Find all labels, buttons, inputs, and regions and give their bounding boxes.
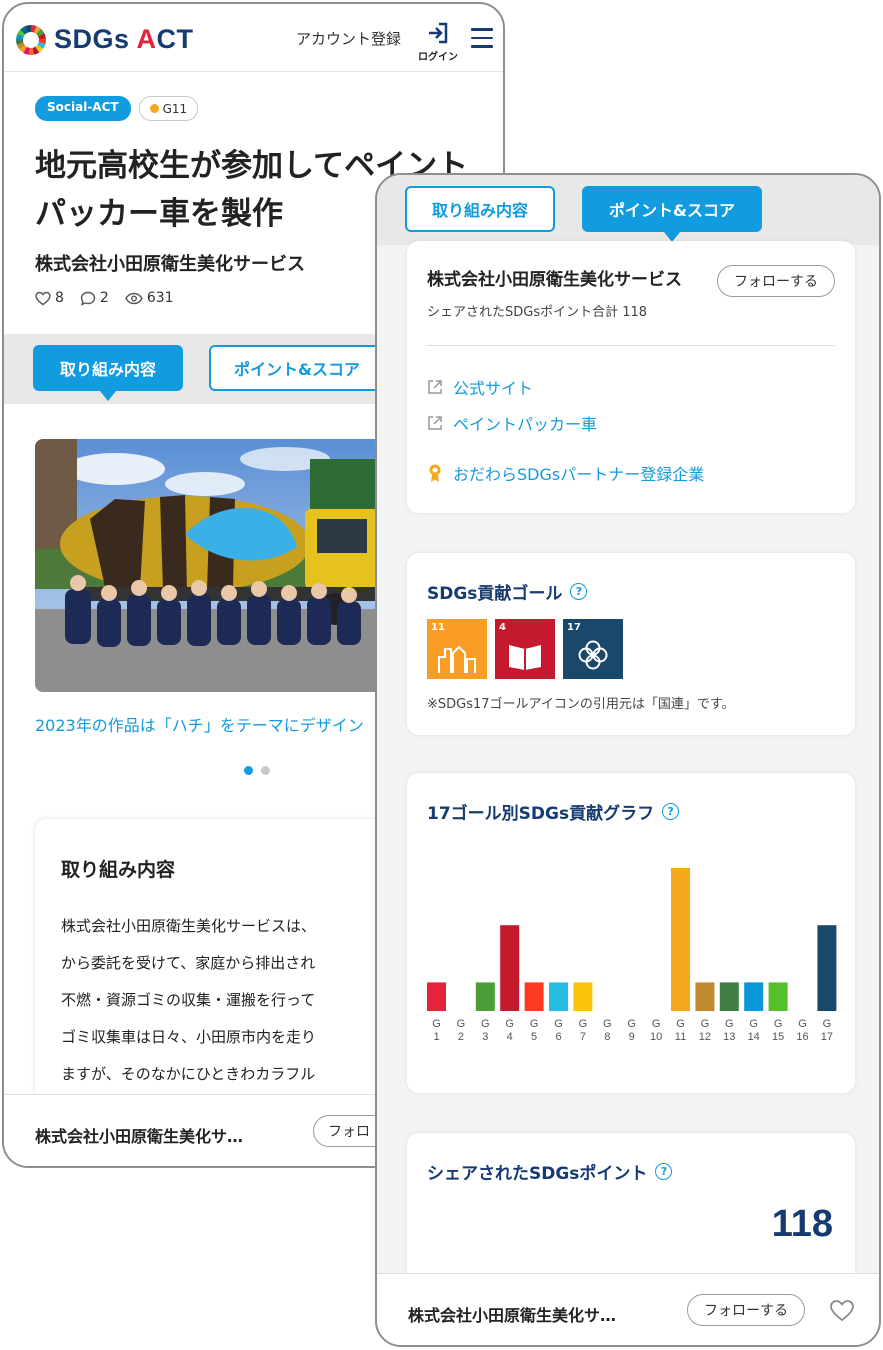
chart-tick-label: G 15: [772, 1018, 784, 1043]
goal-tag[interactable]: G11: [138, 96, 199, 121]
article-stats: 8 2 631: [35, 290, 174, 306]
chart-bar-G17: [817, 925, 837, 1011]
link-partner-badge[interactable]: おだわらSDGsパートナー登録企業: [427, 461, 704, 485]
logo-text: SDGs ACT: [54, 24, 194, 54]
chart-tick-label: G9: [627, 1018, 636, 1043]
gallery-photo[interactable]: [35, 439, 385, 692]
follow-button[interactable]: フォローする: [687, 1294, 805, 1326]
heart-icon: [35, 291, 51, 305]
article-company[interactable]: 株式会社小田原衛生美化サービス: [35, 250, 305, 276]
follow-button[interactable]: フォローする: [717, 265, 835, 297]
tab-points[interactable]: ポイント&スコア: [209, 345, 385, 391]
site-logo[interactable]: SDGs ACT: [16, 24, 194, 55]
company-card: 株式会社小田原衛生美化サービス フォローする シェアされたSDGsポイント合計 …: [407, 241, 855, 513]
tab-content[interactable]: 取り組み内容: [405, 186, 555, 232]
article-tags: Social-ACT G11: [35, 96, 199, 121]
like-count[interactable]: 8: [35, 290, 64, 306]
chart-tick-label: G6: [554, 1018, 563, 1043]
chart-bar-G14: [744, 982, 764, 1011]
chart-bar-G13: [719, 982, 739, 1011]
chart-tick-label: G3: [481, 1018, 490, 1043]
shared-points-value: 118: [771, 1203, 833, 1245]
chart-bar-G5: [524, 982, 544, 1011]
sdgs-chart-card: 17ゴール別SDGs貢献グラフ ? G 1 G 2 G 3 G 4 G 5 G 6 G 7 G 8 G 9 G 10 G…: [407, 773, 855, 1093]
tab-content[interactable]: 取り組み内容: [33, 345, 183, 401]
award-icon: [429, 464, 441, 482]
shared-points-total: シェアされたSDGsポイント合計 118: [427, 305, 648, 320]
category-tag[interactable]: Social-ACT: [35, 96, 131, 121]
external-link-icon: [428, 380, 442, 394]
chart-bar-G11: [671, 868, 690, 1011]
photo-garbage-truck: [35, 439, 385, 692]
comment-count[interactable]: 2: [80, 290, 109, 306]
chart-tick-label: G2: [457, 1018, 466, 1043]
site-header: SDGs ACT アカウント登録 ログイン: [4, 4, 503, 72]
chart-tick-label: G 10: [650, 1018, 662, 1043]
link-paint-packer[interactable]: ペイントパッカー車: [427, 411, 597, 435]
chart-tick-label: G7: [579, 1018, 588, 1043]
sticky-company-name[interactable]: 株式会社小田原衛生美化サ…: [35, 1123, 243, 1147]
goal-contribution-chart: G 1 G 2 G 3 G 4 G 5 G 6 G 7 G 8 G 9 G 10 G 11 G 12 G 13 G 14 G 15 G 16 G…: [427, 868, 837, 1043]
phone-frame-points: 取り組み内容 ポイント&スコア 株式会社小田原衛生美化サービス フォローする シ…: [375, 173, 881, 1347]
login-button[interactable]: ログイン: [416, 22, 460, 63]
chart-tick-label: G8: [603, 1018, 612, 1043]
sticky-company-bar: 株式会社小田原衛生美化サ… フォローする: [377, 1273, 879, 1345]
chart-tick-label: G 12: [699, 1018, 711, 1043]
chart-tick-label: G 13: [723, 1018, 735, 1043]
login-label: ログイン: [418, 52, 458, 63]
points-tabs: 取り組み内容 ポイント&スコア: [377, 175, 879, 245]
chart-bar-G7: [573, 982, 593, 1011]
help-icon[interactable]: ?: [655, 1163, 673, 1180]
comment-icon: [80, 291, 96, 306]
chart-tick-label: G 11: [675, 1018, 686, 1043]
menu-icon[interactable]: [471, 28, 493, 48]
chart-bar-G1: [427, 982, 446, 1011]
link-official-site[interactable]: 公式サイト: [427, 375, 533, 399]
account-register-link[interactable]: アカウント登録: [296, 28, 401, 49]
company-name[interactable]: 株式会社小田原衛生美化サービス: [427, 265, 682, 290]
chart-bar-G15: [768, 982, 788, 1011]
chart-bar-G3: [475, 982, 495, 1011]
heart-icon[interactable]: [829, 1299, 855, 1322]
chart-tick-label: G 14: [748, 1018, 760, 1043]
chart-bar-G6: [549, 982, 568, 1011]
external-link-icon: [428, 416, 442, 430]
sdgs-wheel-icon: [16, 24, 46, 55]
chart-tick-label: G1: [432, 1018, 441, 1043]
chart-tick-label: G 16: [796, 1018, 808, 1043]
chart-tick-label: G5: [530, 1018, 539, 1043]
photo-caption: 2023年の作品は「ハチ」をテーマにデザイン: [35, 716, 364, 735]
chart-tick-label: G 17: [821, 1018, 833, 1043]
divider: [427, 345, 835, 346]
chart-tick-label: G4: [505, 1018, 514, 1043]
eye-icon: [125, 292, 143, 304]
sticky-company-name[interactable]: 株式会社小田原衛生美化サ…: [408, 1302, 616, 1326]
gallery-dot-2[interactable]: [261, 766, 270, 775]
chart-bar-G12: [695, 982, 715, 1011]
points-card-title: シェアされたSDGsポイント ?: [427, 1159, 673, 1184]
view-count: 631: [125, 290, 174, 306]
goal-dot-icon: [149, 104, 159, 113]
login-icon: [429, 22, 448, 44]
gallery-dot-1[interactable]: [244, 766, 253, 775]
chart-bar-G4: [500, 925, 520, 1011]
tab-points[interactable]: ポイント&スコア: [582, 186, 762, 242]
gallery-pagination: [244, 766, 270, 775]
